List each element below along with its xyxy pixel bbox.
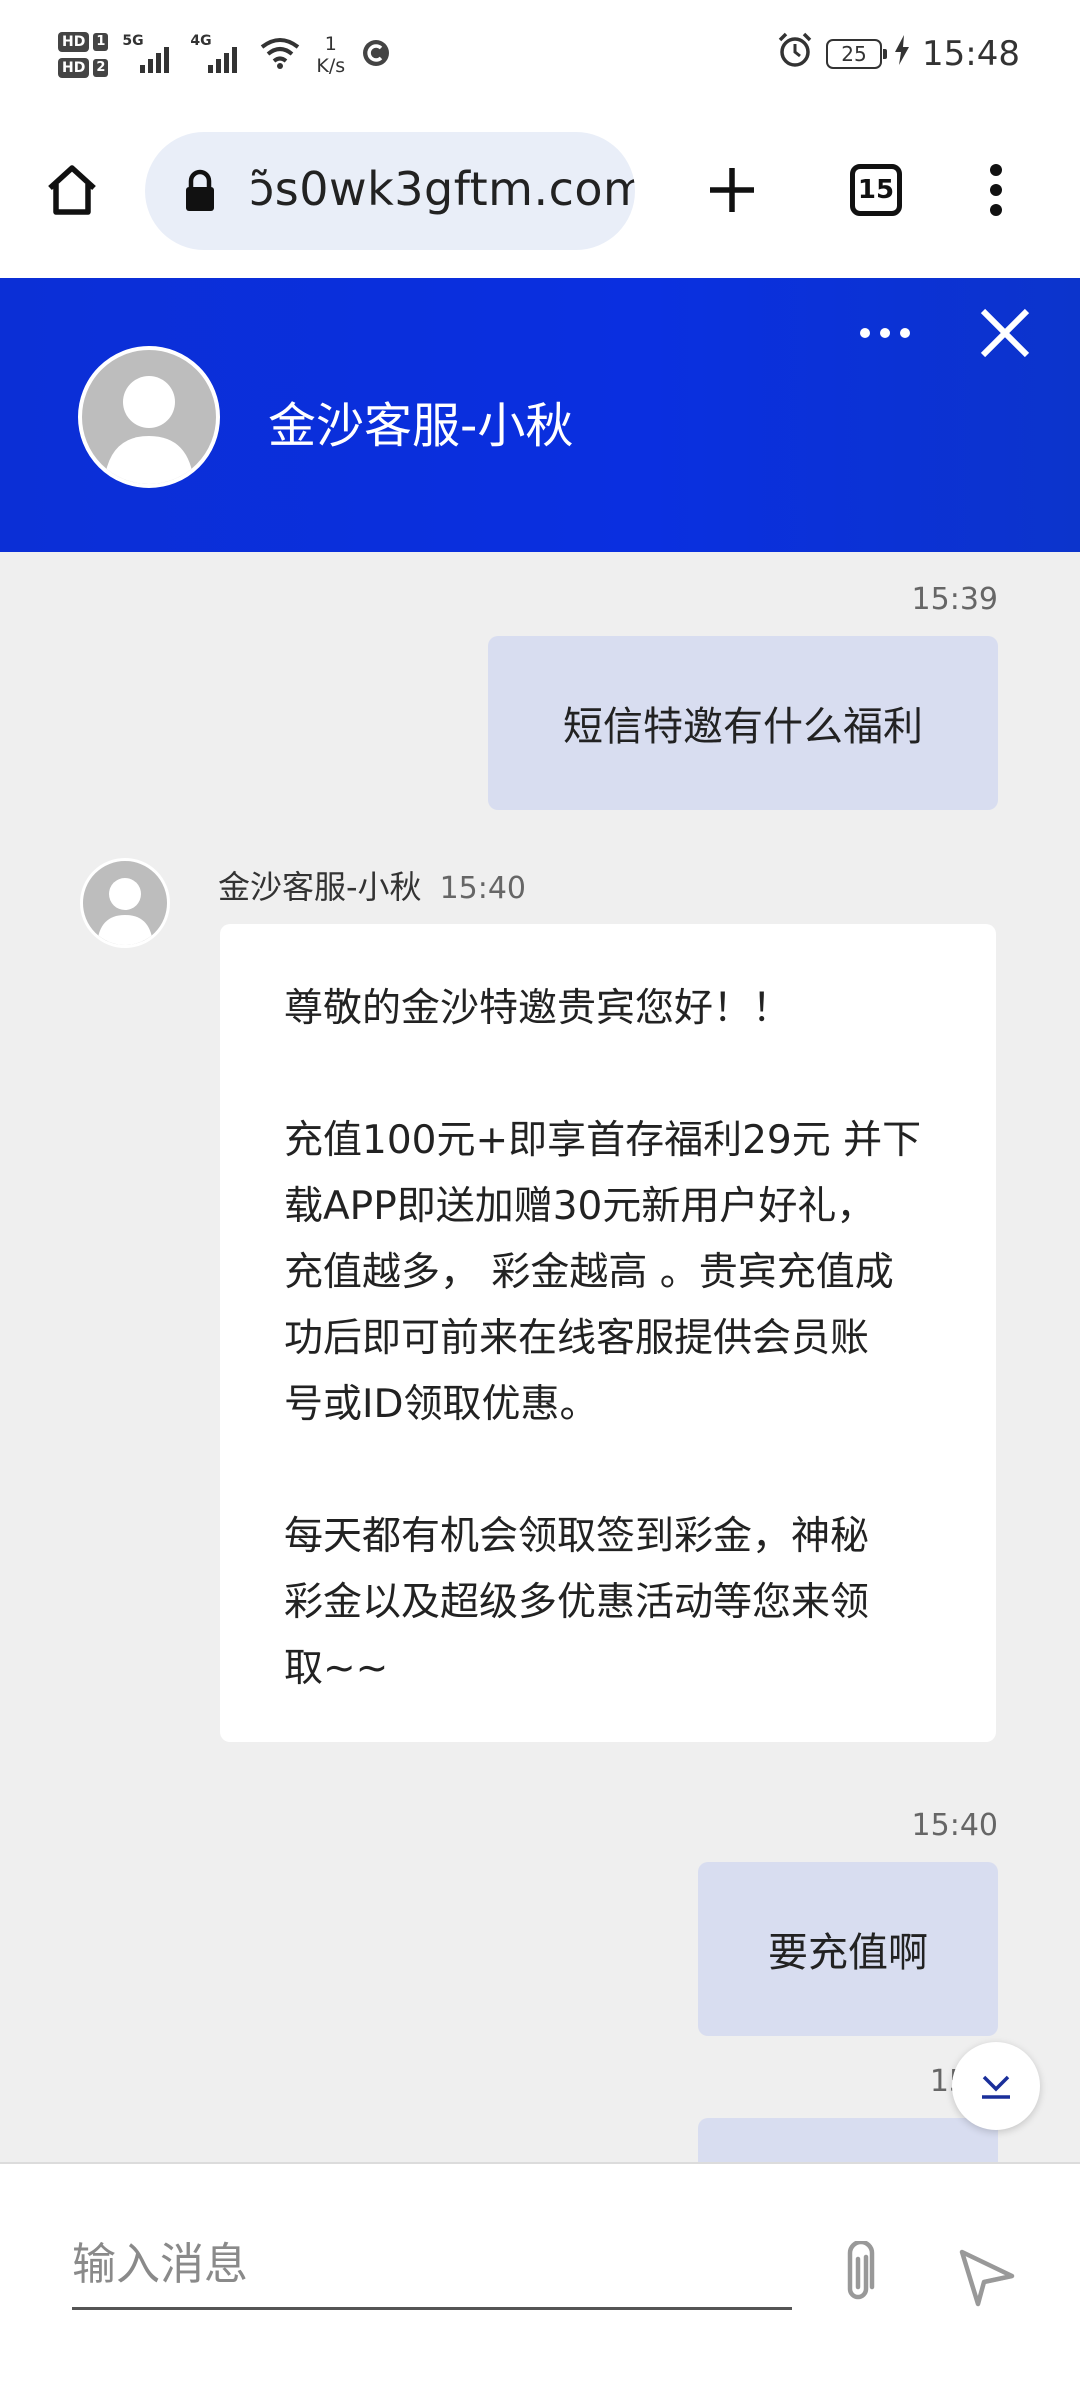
agent-message-bubble: 尊敬的金沙特邀贵宾您好！！ 充值100元+即享首存福利29元 并下 载APP即送… [220,924,996,1742]
person-icon [97,878,153,945]
address-bar[interactable]: ɔ̃s0wk3gftm.com [145,132,635,250]
signal-5g-icon: 5G [122,33,176,75]
hd2-label: HD [58,58,90,78]
signal-4g-icon: 4G [190,33,244,75]
agent-message-time: 15:40 [439,871,527,906]
send-button[interactable] [950,2240,1024,2314]
browser-screen: HD 1 HD 2 5G 4G 1 K/s 25 15:48 ɔ̃s0wk3gf… [0,0,1080,2388]
agent-message-name: 金沙客服-小秋 [218,868,422,906]
agent-message-avatar [80,858,170,948]
status-left: HD 1 HD 2 5G 4G 1 K/s [58,20,393,90]
agent-message-paragraph: 尊敬的金沙特邀贵宾您好！！ [284,986,792,1031]
person-icon [104,376,194,484]
user-message-bubble: 要充值啊 [698,1862,998,2036]
user-message-bubble [698,2118,998,2162]
chat-close-button[interactable] [972,300,1038,366]
message-input[interactable] [72,2230,792,2310]
hd-indicators: HD 1 HD 2 [58,32,109,78]
net-speed-unit: K/s [316,55,346,77]
alarm-icon [776,31,814,78]
lock-icon [183,169,217,217]
hd1-label: HD [58,32,90,52]
paperclip-icon [847,2241,875,2300]
message-list[interactable]: 15:39 短信特邀有什么福利 金沙客服-小秋 15:40 尊敬的金沙特邀贵宾您好… [0,552,1080,2162]
hd1-indicator: HD 1 [58,32,109,52]
attach-button[interactable] [826,2234,890,2314]
url-text: ɔ̃s0wk3gftm.com [249,162,635,216]
battery-indicator: 25 [826,39,888,69]
wifi-icon [258,35,302,75]
scroll-to-bottom-button[interactable] [952,2042,1040,2130]
browser-menu-button[interactable] [960,154,1032,226]
agent-message-header: 金沙客服-小秋 15:40 [218,862,526,908]
send-icon [959,2249,1015,2307]
hd2-num: 2 [93,59,109,77]
new-tab-button[interactable] [696,154,768,226]
message-composer [0,2162,1080,2388]
clock-time: 15:48 [922,34,1020,74]
chat-header: 金沙客服-小秋 [0,278,1080,552]
agent-title: 金沙客服-小秋 [268,398,574,454]
net-speed: 1 K/s [316,33,345,77]
plus-icon [710,168,754,212]
more-vert-icon [990,164,1002,216]
message-timestamp: 15:39 [911,582,998,617]
more-horiz-icon [860,328,910,338]
hd1-num: 1 [93,33,109,51]
status-bar: HD 1 HD 2 5G 4G 1 K/s 25 15:48 [0,0,1080,110]
chat-more-button[interactable] [855,308,915,358]
chevron-down-icon [982,2075,1010,2099]
home-icon[interactable] [36,154,108,226]
charging-icon [894,34,910,74]
sync-icon [359,36,393,74]
agent-avatar [78,346,220,488]
close-icon [980,308,1030,358]
agent-message-paragraph: 充值100元+即享首存福利29元 并下 载APP即送加赠30元新用户好礼， 充值… [284,1118,922,1427]
tab-count: 15 [850,164,902,216]
status-right: 25 15:48 [776,28,1020,80]
hd2-indicator: HD 2 [58,58,109,78]
browser-toolbar: ɔ̃s0wk3gftm.com 15 [0,110,1080,278]
tab-switcher-button[interactable]: 15 [840,154,912,226]
agent-message-paragraph: 每天都有机会领取签到彩金，神秘 彩金以及超级多优惠活动等您来领 取~~ [284,1514,870,1691]
message-timestamp: 15:40 [911,1808,998,1843]
net-speed-value: 1 [324,33,337,55]
user-message-bubble: 短信特邀有什么福利 [488,636,998,810]
